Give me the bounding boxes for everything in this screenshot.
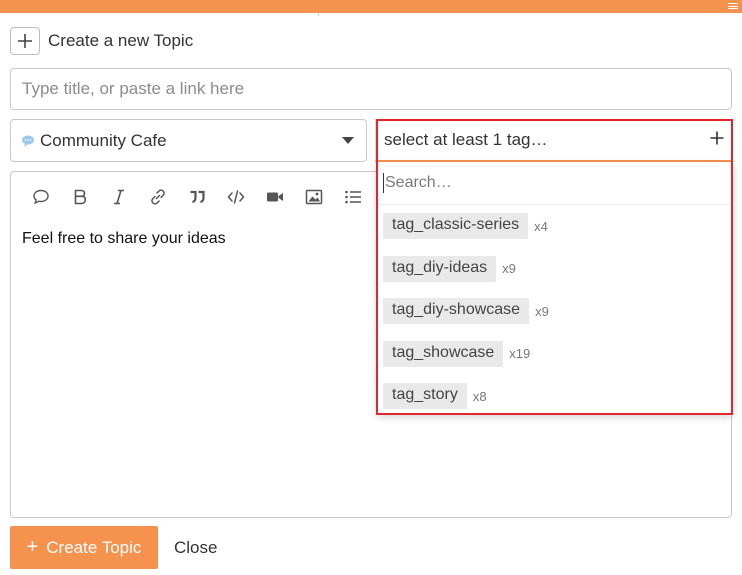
caret-down-icon	[342, 137, 354, 144]
bullet-list-icon[interactable]	[333, 182, 372, 212]
tag-count: x9	[535, 303, 549, 319]
text-cursor	[383, 173, 384, 193]
composer-title: Create a new Topic	[48, 31, 194, 50]
tag-count: x19	[509, 346, 531, 362]
category-selected-label: Community Cafe	[40, 130, 167, 150]
tag-option-story[interactable]: tag_story x8	[377, 375, 733, 418]
tag-list: tag_classic-series x4 tag_diy-ideas x9 t…	[377, 205, 733, 418]
plus-icon	[10, 27, 40, 55]
close-button[interactable]: Close	[174, 538, 217, 558]
tag-count: x8	[472, 388, 487, 404]
create-topic-label: Create Topic	[46, 537, 142, 557]
resize-grip-icon[interactable]	[728, 3, 738, 9]
tag-name: tag_classic-series	[383, 213, 529, 240]
tag-search-input[interactable]	[385, 174, 685, 192]
composer-footer: + Create Topic Close	[10, 526, 217, 569]
tag-chooser[interactable]: select at least 1 tag…	[375, 119, 733, 162]
composer-top-bar[interactable]	[0, 0, 742, 16]
link-icon[interactable]	[138, 182, 177, 212]
tag-option-diy-showcase[interactable]: tag_diy-showcase x9	[377, 290, 733, 333]
quote-bubble-icon[interactable]	[21, 182, 60, 212]
divider	[318, 13, 319, 16]
speech-bubble-icon	[21, 134, 35, 148]
plus-icon[interactable]	[710, 131, 724, 150]
tag-name: tag_showcase	[383, 340, 504, 367]
tag-chooser-placeholder: select at least 1 tag…	[384, 130, 548, 149]
bold-icon[interactable]	[60, 182, 99, 212]
code-icon[interactable]	[216, 182, 255, 212]
create-topic-button[interactable]: + Create Topic	[10, 526, 158, 569]
plus-icon: +	[26, 536, 39, 558]
tag-dropdown: tag_classic-series x4 tag_diy-ideas x9 t…	[377, 162, 733, 414]
tag-count: x9	[502, 261, 516, 277]
video-icon[interactable]	[255, 182, 294, 212]
tag-option-diy-ideas[interactable]: tag_diy-ideas x9	[377, 248, 733, 291]
tag-option-classic-series[interactable]: tag_classic-series x4	[377, 205, 733, 248]
editor-body-text[interactable]: Feel free to share your ideas	[22, 230, 226, 248]
tag-count: x4	[534, 218, 548, 234]
image-icon[interactable]	[294, 182, 333, 212]
editor-toolbar: 12	[11, 172, 411, 222]
tag-name: tag_diy-ideas	[383, 255, 497, 282]
tag-option-showcase[interactable]: tag_showcase x19	[377, 333, 733, 376]
blockquote-icon[interactable]	[177, 182, 216, 212]
composer-header: Create a new Topic	[10, 27, 193, 55]
topic-title-input[interactable]	[10, 68, 732, 110]
category-dropdown[interactable]: Community Cafe	[10, 119, 367, 162]
italic-icon[interactable]	[99, 182, 138, 212]
tag-search-row	[377, 162, 733, 205]
tag-name: tag_diy-showcase	[383, 298, 530, 325]
tag-name: tag_story	[383, 383, 467, 410]
